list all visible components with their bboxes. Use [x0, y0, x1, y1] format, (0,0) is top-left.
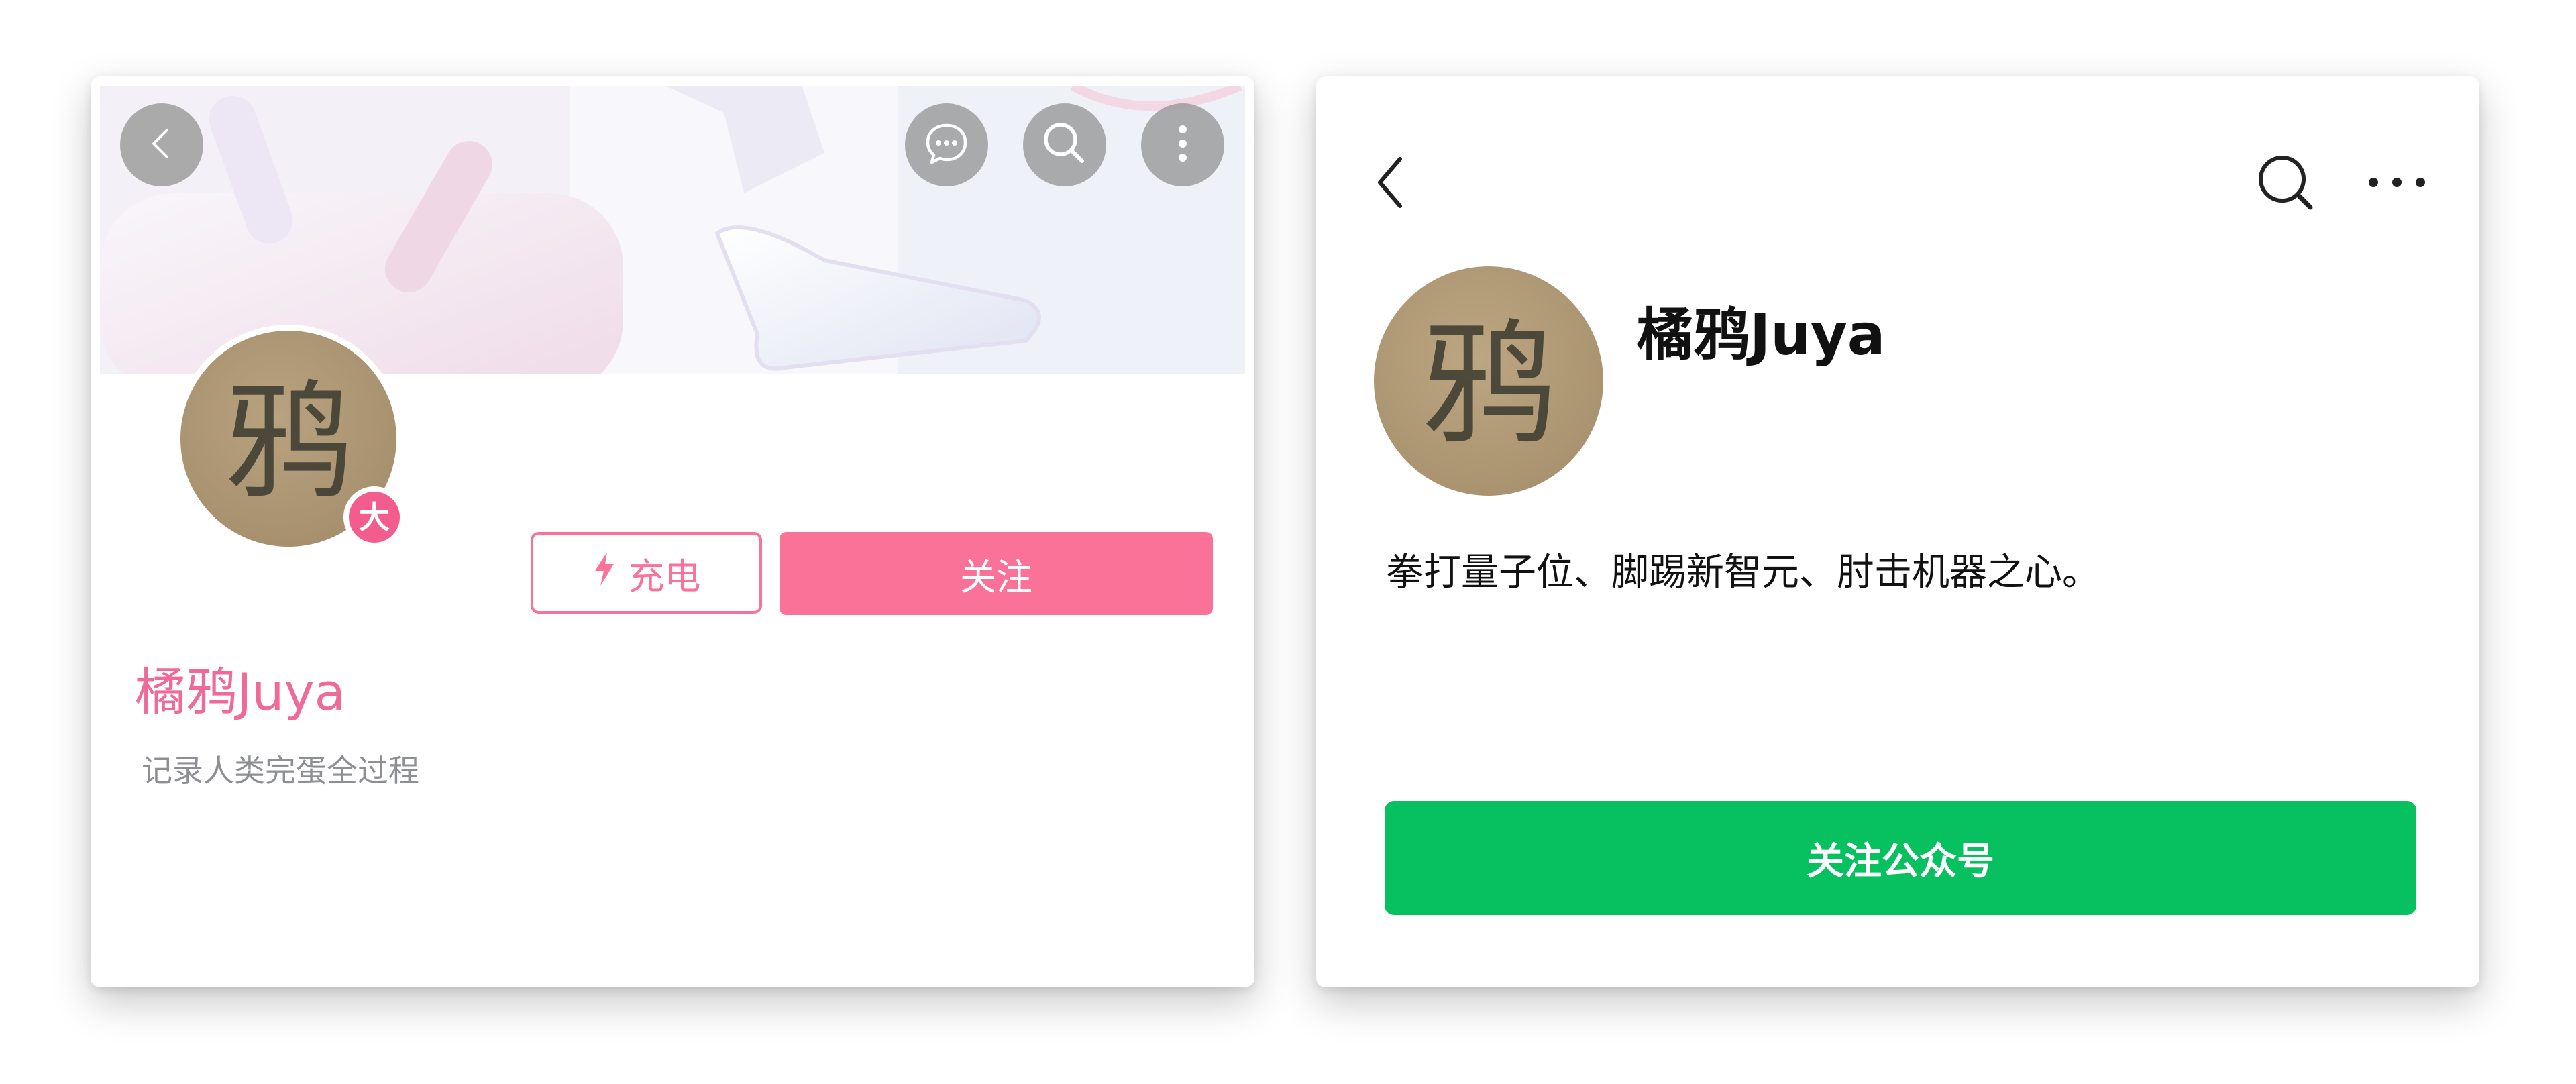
signature: 记录人类完蛋全过程	[142, 753, 419, 789]
more-button[interactable]	[2360, 150, 2434, 217]
avatar[interactable]: 鸦	[1374, 266, 1603, 496]
bilibili-profile-card: 鸦 大 充电 关注 橘鸦Juya 记录人类完蛋全过程	[91, 76, 1254, 987]
search-icon	[1038, 117, 1091, 173]
username: 橘鸦Juya	[135, 662, 346, 722]
svg-text:鸦: 鸦	[1421, 307, 1556, 464]
horizontal-dots-icon	[2367, 176, 2427, 192]
vip-badge: 大	[343, 486, 405, 548]
charge-button[interactable]: 充电	[531, 532, 762, 614]
more-button[interactable]	[1141, 103, 1224, 186]
charge-label: 充电	[628, 555, 701, 598]
svg-text:鸦: 鸦	[225, 368, 352, 517]
follow-button[interactable]: 关注	[780, 532, 1213, 615]
wechat-profile-card: 鸦 橘鸦Juya 拳打量子位、脚踢新智元、肘击机器之心。 关注公众号	[1316, 76, 2479, 987]
search-button[interactable]	[2249, 144, 2322, 224]
message-button[interactable]	[905, 103, 988, 186]
chevron-left-icon	[142, 123, 182, 166]
follow-label: 关注公众号	[1807, 839, 1994, 883]
lightning-icon	[592, 551, 616, 596]
vip-badge-text: 大	[349, 492, 400, 543]
follow-label: 关注	[960, 555, 1032, 598]
username: 橘鸦Juya	[1637, 302, 1886, 368]
search-icon	[2255, 152, 2316, 215]
search-button[interactable]	[1023, 103, 1106, 186]
vertical-dots-icon	[1173, 120, 1193, 170]
chevron-left-icon	[1371, 152, 1411, 215]
chat-bubble-icon	[922, 119, 971, 171]
back-button[interactable]	[1360, 144, 1421, 224]
follow-official-account-button[interactable]: 关注公众号	[1385, 801, 2416, 915]
account-description: 拳打量子位、脚踢新智元、肘击机器之心。	[1386, 551, 2100, 594]
back-button[interactable]	[120, 103, 203, 186]
